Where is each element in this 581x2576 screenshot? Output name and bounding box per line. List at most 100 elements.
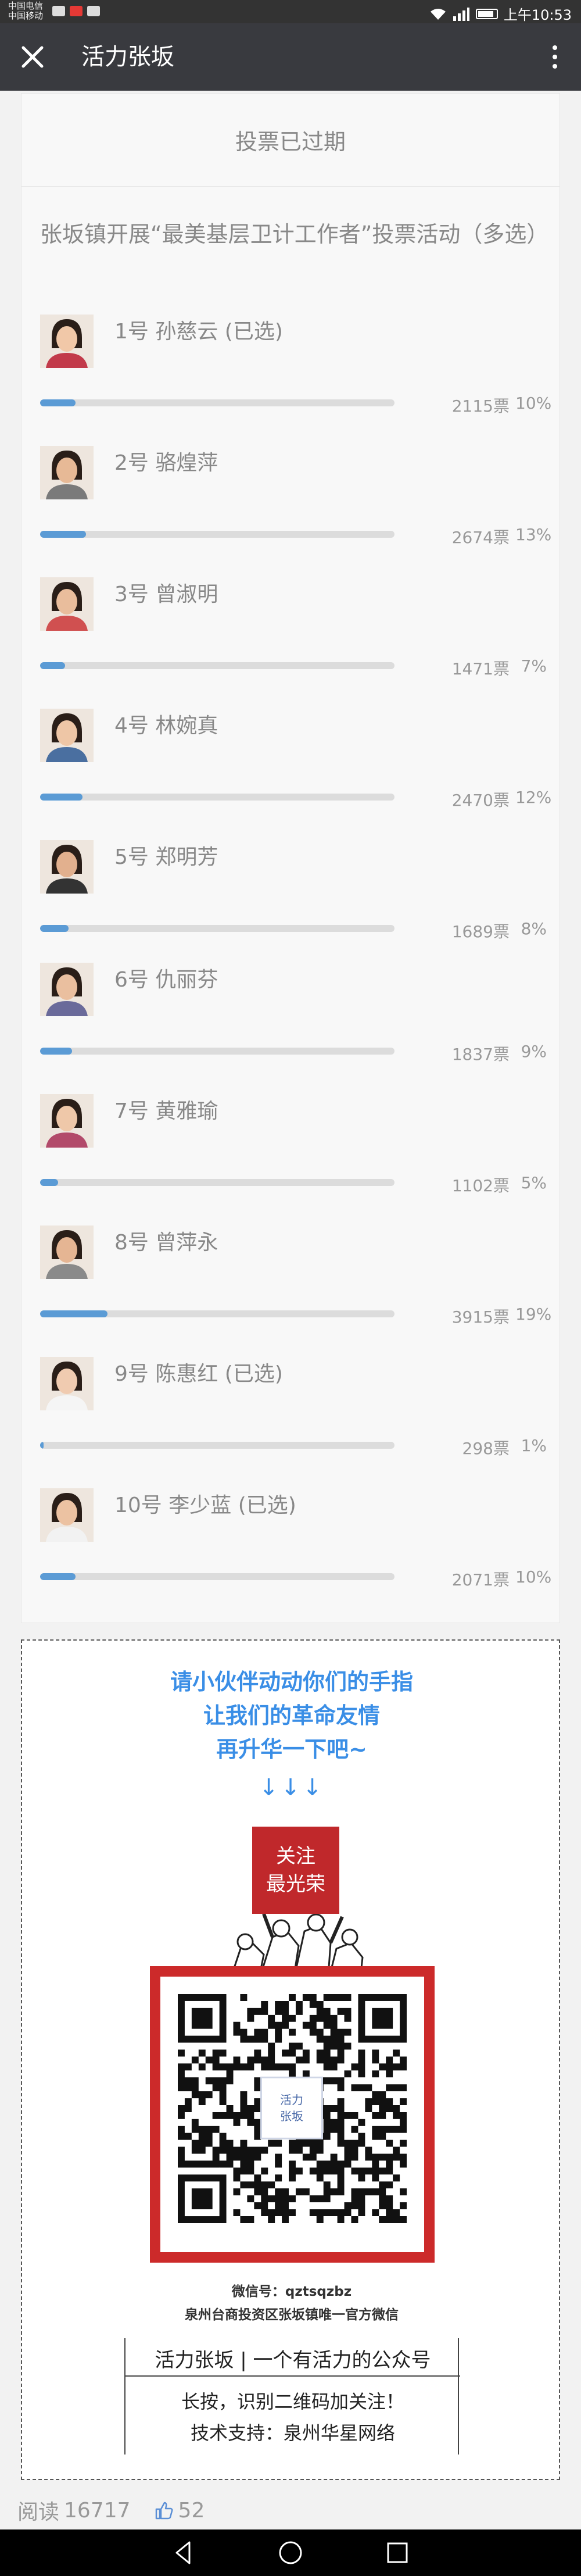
candidate-votes: 2115票 xyxy=(451,396,510,416)
vote-title: 张坂镇开展“最美基层卫计工作者”投票活动（多选） xyxy=(40,221,549,247)
candidate-votes: 298票 xyxy=(462,1439,510,1458)
candidate-name: 10号 李少蓝 (已选) xyxy=(114,1494,296,1517)
vote-progress-track xyxy=(40,1048,394,1055)
vote-progress-track xyxy=(40,531,394,538)
vote-progress-fill xyxy=(40,1310,107,1317)
candidate-avatar xyxy=(40,1488,94,1542)
vote-progress-track xyxy=(40,662,394,669)
candidate-avatar xyxy=(40,446,94,499)
vote-status: 投票已过期 xyxy=(21,94,560,187)
status-time: 上午10:53 xyxy=(503,7,572,23)
signal-icon xyxy=(453,7,469,21)
candidate-row[interactable]: 9号 陈惠红 (已选) 298票 1% xyxy=(21,1357,561,1488)
more-icon[interactable] xyxy=(546,41,564,73)
vote-progress-track xyxy=(40,1573,394,1580)
vote-progress-fill xyxy=(40,1573,76,1580)
title-bar: 活力张坂 xyxy=(0,23,581,91)
candidate-row[interactable]: 8号 曾萍永 3915票 19% xyxy=(21,1226,561,1357)
candidate-votes: 2470票 xyxy=(451,791,510,810)
candidate-percent: 10% xyxy=(515,1567,552,1587)
carrier-line-1: 中国电信 xyxy=(8,1,44,11)
vote-progress-fill xyxy=(40,399,76,406)
candidate-avatar xyxy=(40,577,94,631)
candidate-percent: 7% xyxy=(521,656,547,676)
candidate-avatar xyxy=(40,963,94,1016)
candidate-avatar xyxy=(40,315,94,368)
like-icon[interactable] xyxy=(154,2500,174,2520)
vote-progress-fill xyxy=(40,794,83,801)
candidate-name: 7号 黄雅瑜 xyxy=(114,1099,218,1123)
candidate-name: 2号 骆煌萍 xyxy=(114,451,218,475)
candidate-percent: 5% xyxy=(521,1173,547,1192)
candidate-percent: 8% xyxy=(521,919,547,938)
carrier-info: 中国电信 中国移动 xyxy=(8,1,43,21)
qr-logo: 活力 张坂 xyxy=(260,2077,323,2139)
candidate-row[interactable]: 1号 孙慈云 (已选) 2115票 10% xyxy=(21,315,561,446)
back-icon[interactable] xyxy=(168,2538,199,2568)
candidate-votes: 1471票 xyxy=(451,659,510,678)
candidate-votes: 1102票 xyxy=(451,1176,510,1195)
vote-progress-fill xyxy=(40,925,69,932)
vote-progress-track xyxy=(40,925,394,932)
vote-progress-fill xyxy=(40,662,65,669)
badge-line-1: 关注 xyxy=(276,1845,315,1868)
notification-icons xyxy=(52,6,100,16)
candidate-name: 8号 曾萍永 xyxy=(114,1231,218,1255)
candidate-avatar xyxy=(40,1094,94,1148)
candidate-row[interactable]: 5号 郑明芳 1689票 8% xyxy=(21,840,561,971)
notification-app-icon xyxy=(52,6,65,16)
candidate-name: 6号 仇丽芬 xyxy=(114,968,218,992)
candidate-row[interactable]: 7号 黄雅瑜 1102票 5% xyxy=(21,1094,561,1226)
candidate-avatar xyxy=(40,1357,94,1410)
candidate-votes: 3915票 xyxy=(451,1307,510,1327)
qr-logo-line-2: 张坂 xyxy=(280,2109,303,2123)
candidate-percent: 9% xyxy=(521,1042,547,1061)
read-label: 阅读 xyxy=(17,2500,60,2524)
candidate-row[interactable]: 2号 骆煌萍 2674票 13% xyxy=(21,446,561,577)
candidate-name: 5号 郑明芳 xyxy=(114,845,218,869)
notification-cloud-icon xyxy=(87,6,100,16)
read-count: 16717 xyxy=(64,2498,131,2523)
candidate-votes: 2071票 xyxy=(451,1570,510,1589)
candidate-percent: 1% xyxy=(521,1436,547,1455)
recents-icon[interactable] xyxy=(382,2538,413,2568)
badge-line-2: 最光荣 xyxy=(266,1873,325,1896)
candidate-percent: 13% xyxy=(515,525,552,544)
vote-progress-track xyxy=(40,1179,394,1186)
candidate-name: 4号 林婉真 xyxy=(114,714,218,738)
vote-progress-track xyxy=(40,1442,394,1449)
vote-progress-fill xyxy=(40,1442,44,1449)
promo-line-3: 再升华一下吧~ xyxy=(216,1737,367,1762)
candidate-percent: 12% xyxy=(515,788,552,807)
vote-progress-fill xyxy=(40,1179,58,1186)
candidate-row[interactable]: 10号 李少蓝 (已选) 2071票 10% xyxy=(21,1488,561,1620)
candidate-name: 3号 曾淑明 xyxy=(114,583,218,606)
wechat-id: 微信号：qztsqzbz xyxy=(231,2284,352,2299)
like-count[interactable]: 52 xyxy=(178,2499,205,2523)
footer-line-2: 技术支持：泉州华星网络 xyxy=(190,2422,395,2444)
candidate-row[interactable]: 4号 林婉真 2470票 12% xyxy=(21,709,561,840)
qr-logo-line-1: 活力 xyxy=(280,2093,303,2107)
candidate-votes: 1689票 xyxy=(451,922,510,941)
candidate-row[interactable]: 6号 仇丽芬 1837票 9% xyxy=(21,963,561,1094)
wechat-description: 泉州台商投资区张坂镇唯一官方微信 xyxy=(185,2307,399,2323)
down-arrows: ↓↓↓ xyxy=(259,1774,325,1801)
close-icon[interactable] xyxy=(16,41,49,73)
promo-line-1: 请小伙伴动动你们的手指 xyxy=(170,1669,413,1695)
candidate-name: 9号 陈惠红 (已选) xyxy=(114,1362,283,1386)
candidate-avatar xyxy=(40,1226,94,1279)
qr-code-frame[interactable]: 活力 张坂 xyxy=(150,1966,435,2263)
footer-title: 活力张坂 | 一个有活力的公众号 xyxy=(155,2349,431,2372)
home-icon[interactable] xyxy=(275,2538,306,2568)
vote-progress-fill xyxy=(40,531,87,538)
article-stats: 阅读 16717 52 xyxy=(17,2496,205,2525)
vote-progress-track xyxy=(40,1310,394,1317)
candidate-row[interactable]: 3号 曾淑明 1471票 7% xyxy=(21,577,561,709)
vote-progress-track xyxy=(40,399,394,406)
status-bar: 中国电信 中国移动 上午10:53 xyxy=(0,0,581,23)
candidate-name: 1号 孙慈云 (已选) xyxy=(114,320,283,344)
status-right: 上午10:53 xyxy=(429,3,572,24)
promo-block: 请小伙伴动动你们的手指 让我们的革命友情 再升华一下吧~ ↓↓↓ 关注 最光荣 xyxy=(21,1639,560,2480)
vote-progress-track xyxy=(40,794,394,801)
candidate-avatar xyxy=(40,709,94,762)
